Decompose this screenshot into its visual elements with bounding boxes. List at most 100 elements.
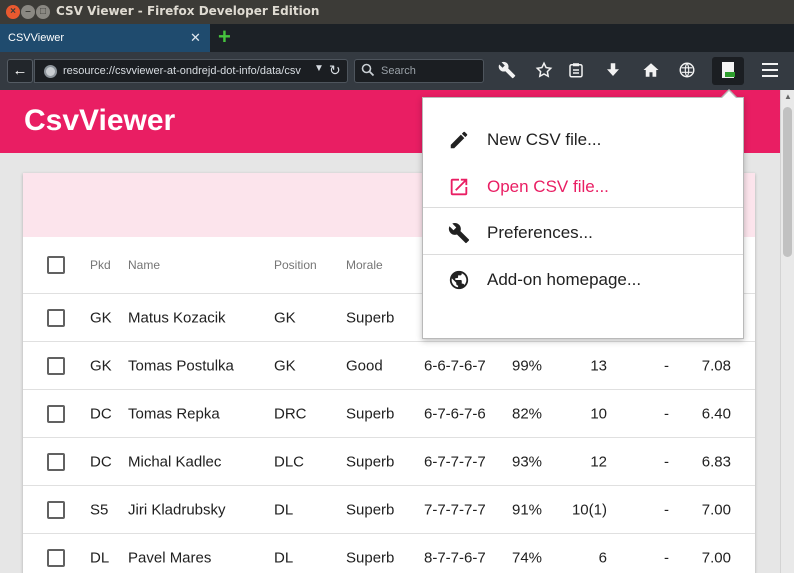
- new-tab-button[interactable]: +: [218, 25, 231, 49]
- cell-morale: Superb: [346, 405, 395, 422]
- cell-morale: Superb: [346, 549, 395, 566]
- menu-item-label: Open CSV file...: [487, 177, 609, 196]
- csv-viewer-addon-button[interactable]: [712, 57, 744, 85]
- cell-pkd: GK: [90, 309, 112, 326]
- cell-rating-avg: 7.00: [701, 549, 731, 566]
- table-row[interactable]: DL Pavel Mares DL Superb 8-7-7-6-7 74% 6…: [23, 534, 755, 573]
- cell-morale: Superb: [346, 453, 395, 470]
- cell-ratings: 6-7-6-7-6: [424, 405, 486, 422]
- row-checkbox[interactable]: [47, 500, 65, 519]
- menu-item-open-csv[interactable]: Open CSV file...: [423, 164, 743, 210]
- back-icon: ←: [12, 62, 28, 79]
- table-row[interactable]: DC Michal Kadlec DLC Superb 6-7-7-7-7 93…: [23, 438, 755, 486]
- reload-icon[interactable]: ↻: [329, 62, 341, 79]
- menu-separator: [423, 207, 743, 208]
- cell-dash: -: [664, 357, 669, 374]
- download-icon[interactable]: [603, 61, 623, 81]
- maximize-window-button[interactable]: □: [36, 5, 50, 19]
- menu-item-label: Preferences...: [487, 223, 593, 242]
- row-checkbox[interactable]: [47, 356, 65, 375]
- csv-tag-icon: [725, 72, 735, 77]
- cell-morale: Superb: [346, 501, 395, 518]
- page-scrollbar[interactable]: ▲: [780, 90, 794, 573]
- cell-rating-avg: 7.00: [701, 501, 731, 518]
- cell-rating-avg: 7.08: [701, 357, 731, 374]
- menu-item-new-csv[interactable]: New CSV file...: [423, 117, 743, 163]
- cell-rating-avg: 6.83: [701, 453, 731, 470]
- maximize-icon: □: [39, 6, 47, 17]
- home-icon[interactable]: [641, 61, 661, 81]
- tab-csvviewer[interactable]: CSVViewer ✕: [0, 24, 210, 52]
- cell-apps: 10: [590, 405, 607, 422]
- cell-name: Tomas Postulka: [128, 357, 234, 374]
- row-checkbox[interactable]: [47, 404, 65, 423]
- cell-apps: 13: [590, 357, 607, 374]
- row-checkbox[interactable]: [47, 308, 65, 327]
- reading-list-icon[interactable]: [566, 61, 586, 81]
- cell-name: Michal Kadlec: [128, 453, 222, 470]
- menu-pointer-fill: [721, 91, 737, 99]
- tab-strip: CSVViewer ✕ +: [0, 24, 794, 52]
- url-bar[interactable]: resource://csvviewer-at-ondrejd-dot-info…: [34, 59, 348, 83]
- column-header-name[interactable]: Name: [128, 258, 160, 272]
- table-row[interactable]: GK Tomas Postulka GK Good 6-6-7-6-7 99% …: [23, 342, 755, 390]
- scroll-up-icon[interactable]: ▲: [784, 92, 792, 101]
- menu-separator: [423, 254, 743, 255]
- cell-apps: 12: [590, 453, 607, 470]
- column-header-morale[interactable]: Morale: [346, 258, 383, 272]
- search-input[interactable]: Search: [354, 59, 484, 83]
- cell-apps: 10(1): [571, 501, 607, 518]
- menu-item-label: New CSV file...: [487, 130, 602, 149]
- navigation-toolbar: ← resource://csvviewer-at-ondrejd-dot-in…: [0, 52, 794, 90]
- cell-position: GK: [274, 357, 296, 374]
- scrollbar-thumb[interactable]: [783, 107, 792, 257]
- app-title: CsvViewer: [24, 104, 176, 137]
- hamburger-menu-icon[interactable]: [762, 63, 778, 77]
- bookmark-star-icon[interactable]: [534, 61, 554, 81]
- table-row[interactable]: DC Tomas Repka DRC Superb 6-7-6-7-6 82% …: [23, 390, 755, 438]
- close-window-button[interactable]: ×: [6, 5, 20, 19]
- select-all-checkbox[interactable]: [47, 256, 65, 274]
- cell-position: DL: [274, 501, 294, 518]
- cell-name: Jiri Kladrubsky: [128, 501, 226, 518]
- cell-apps: 6: [598, 549, 607, 566]
- cell-rating-avg: 6.40: [701, 405, 731, 422]
- row-checkbox[interactable]: [47, 548, 65, 567]
- column-header-pkd[interactable]: Pkd: [90, 258, 111, 272]
- url-dropdown-icon[interactable]: ▼: [314, 63, 324, 74]
- cell-percent: 74%: [512, 549, 543, 566]
- globe-icon: [449, 270, 469, 290]
- cell-ratings: 7-7-7-7-7: [424, 501, 486, 518]
- close-icon: ×: [10, 6, 16, 17]
- window-titlebar: × – □ CSV Viewer - Firefox Developer Edi…: [0, 0, 794, 24]
- cell-morale: Superb: [346, 309, 395, 326]
- row-checkbox[interactable]: [47, 452, 65, 471]
- cell-ratings: 6-7-7-7-7: [424, 453, 486, 470]
- cell-percent: 93%: [512, 453, 543, 470]
- cell-pkd: DL: [90, 549, 110, 566]
- cell-pkd: S5: [90, 501, 109, 518]
- cell-position: DL: [274, 549, 294, 566]
- menu-item-preferences[interactable]: Preferences...: [423, 210, 743, 256]
- back-button[interactable]: ←: [7, 59, 33, 83]
- cell-name: Matus Kozacik: [128, 309, 226, 326]
- cell-percent: 99%: [512, 357, 543, 374]
- wrench-icon[interactable]: [497, 61, 517, 81]
- developer-globe-icon[interactable]: [677, 61, 697, 81]
- tab-close-icon[interactable]: ✕: [190, 30, 201, 46]
- wrench-icon: [448, 223, 470, 244]
- menu-item-addon-homepage[interactable]: Add-on homepage...: [423, 257, 743, 303]
- cell-name: Pavel Mares: [128, 549, 212, 566]
- search-placeholder: Search: [381, 65, 416, 77]
- cell-dash: -: [664, 501, 669, 518]
- url-input[interactable]: resource://csvviewer-at-ondrejd-dot-info…: [63, 65, 311, 79]
- cell-pkd: GK: [90, 357, 112, 374]
- cell-percent: 91%: [512, 501, 543, 518]
- cell-name: Tomas Repka: [128, 405, 220, 422]
- minimize-window-button[interactable]: –: [21, 5, 35, 19]
- column-header-position[interactable]: Position: [274, 258, 317, 272]
- cell-ratings: 8-7-7-6-7: [424, 549, 486, 566]
- site-identity-icon[interactable]: [44, 65, 57, 78]
- cell-pkd: DC: [90, 453, 112, 470]
- table-row[interactable]: S5 Jiri Kladrubsky DL Superb 7-7-7-7-7 9…: [23, 486, 755, 534]
